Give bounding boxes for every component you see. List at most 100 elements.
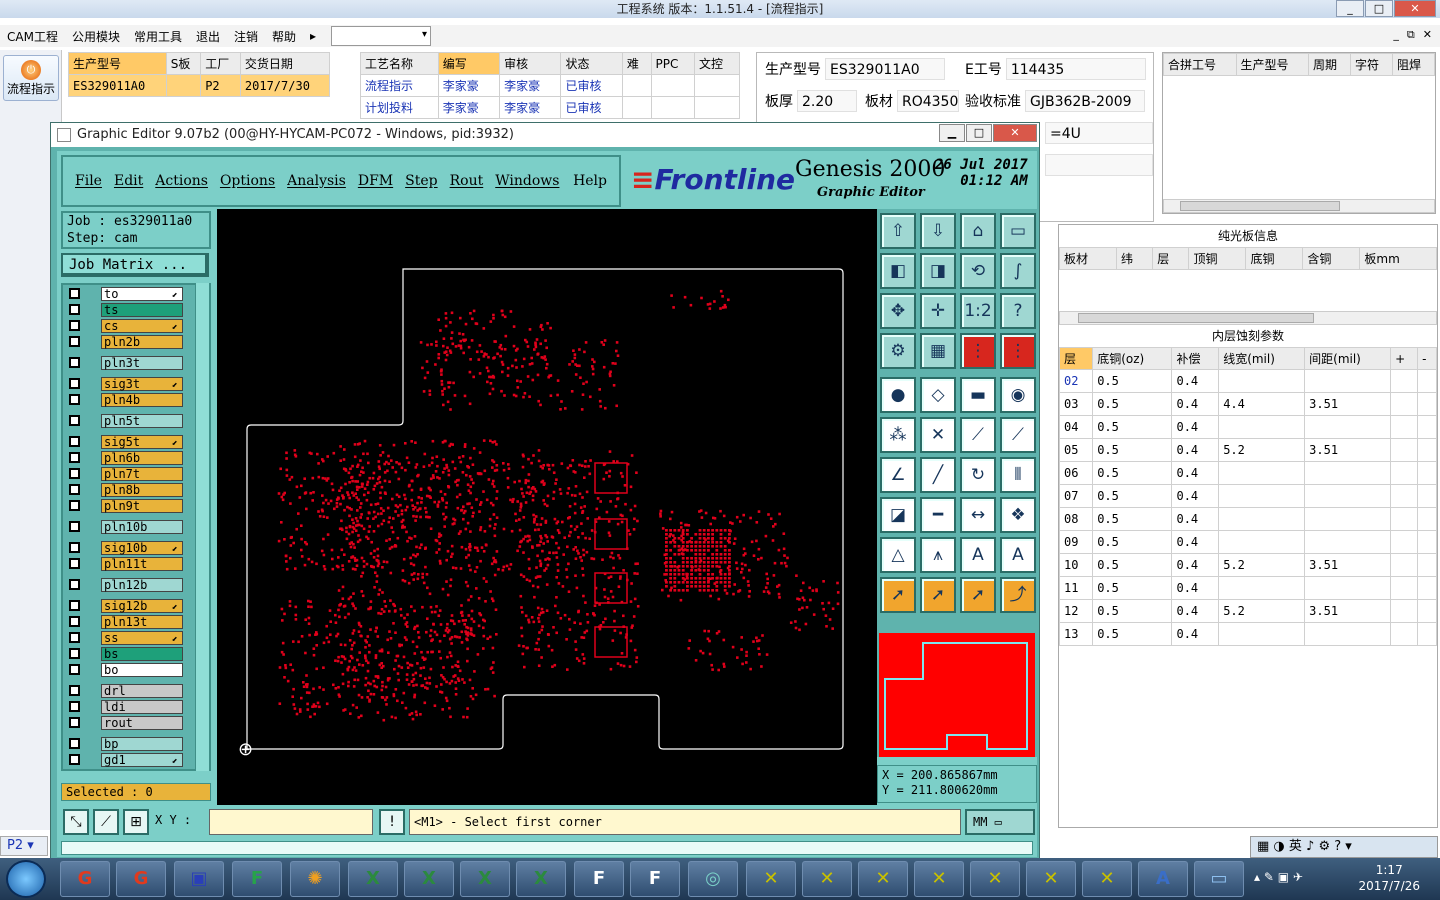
menu-dfm[interactable]: DFM	[358, 173, 393, 189]
zoom-fit-icon[interactable]: ⤡	[63, 809, 89, 835]
taskbar-shell-icon[interactable]: ✺	[290, 861, 340, 897]
tool-button-icon[interactable]: A	[1000, 537, 1036, 573]
layer-row-sig12b[interactable]: sig12b ⬋	[65, 599, 185, 613]
layer-name[interactable]: pln4b	[101, 393, 183, 407]
layer-name[interactable]: sig3t ⬋	[101, 377, 183, 391]
layer-name[interactable]: drl	[101, 684, 183, 698]
layer-checkbox[interactable]	[69, 500, 80, 511]
tool-button-icon[interactable]: ▬	[960, 377, 996, 413]
layer-checkbox[interactable]	[69, 378, 80, 389]
menu-help[interactable]: Help	[573, 173, 607, 189]
col-header[interactable]: 状态	[560, 52, 623, 75]
layer-name[interactable]: to ⬋	[101, 287, 183, 301]
col-header[interactable]: 补偿	[1171, 347, 1220, 370]
layer-checkbox[interactable]	[69, 394, 80, 405]
layer-name[interactable]: pln10b	[101, 520, 183, 534]
table-row[interactable]: 02 0.5 0.4	[1058, 369, 1437, 393]
tool-button-icon[interactable]: ⇩	[920, 213, 956, 249]
col-header[interactable]: 板mm	[1359, 247, 1437, 270]
layer-name[interactable]: pln3t	[101, 356, 183, 370]
layer-checkbox[interactable]	[69, 558, 80, 569]
col-header[interactable]: 层	[1152, 247, 1190, 270]
col-header[interactable]: 合拼工号	[1163, 53, 1237, 76]
tool-button-icon[interactable]: ◇	[920, 377, 956, 413]
layer-checkbox[interactable]	[69, 664, 80, 675]
layer-row-pln6b[interactable]: pln6b	[65, 451, 185, 465]
tool-button-icon[interactable]: ⇧	[880, 213, 916, 249]
layer-name[interactable]: pln12b	[101, 578, 183, 592]
layer-row-cs[interactable]: cs ⬋	[65, 319, 185, 333]
menu-windows[interactable]: Windows	[495, 173, 559, 189]
layer-row-pln5t[interactable]: pln5t	[65, 414, 185, 428]
menu-help[interactable]: 帮助	[265, 28, 303, 45]
tool-button-icon[interactable]: ◪	[880, 497, 916, 533]
xy-input[interactable]	[209, 809, 373, 835]
col-header[interactable]: -	[1417, 347, 1437, 370]
col-header[interactable]: 纬	[1115, 247, 1154, 270]
layer-name[interactable]: sig10b ⬋	[101, 541, 183, 555]
tool-button-icon[interactable]: ?	[1000, 293, 1036, 329]
col-header[interactable]: 板材	[1059, 247, 1117, 270]
col-header[interactable]: 阻焊	[1391, 53, 1436, 76]
tool-button-icon[interactable]: ∠	[880, 457, 916, 493]
col-header[interactable]: 工艺名称	[360, 52, 439, 75]
layer-checkbox[interactable]	[69, 616, 80, 627]
layer-checkbox[interactable]	[69, 701, 80, 712]
layer-name[interactable]: pln2b	[101, 335, 183, 349]
layer-row-pln2b[interactable]: pln2b	[65, 335, 185, 349]
tool-button-icon[interactable]: ▭	[1000, 213, 1036, 249]
language-bar[interactable]: ▦ ◑ 英 ♪ ⚙ ? ▾	[1250, 836, 1438, 858]
layer-row-to[interactable]: to ⬋	[65, 287, 185, 301]
layer-checkbox[interactable]	[69, 738, 80, 749]
layer-row-bp[interactable]: bp	[65, 737, 185, 751]
layer-name[interactable]: pln5t	[101, 414, 183, 428]
col-header[interactable]: 层	[1058, 347, 1094, 370]
layer-checkbox[interactable]	[69, 542, 80, 553]
taskbar-app-genesis2-icon[interactable]: G	[116, 861, 166, 897]
genesis-minimize-button[interactable]: ▁	[939, 124, 965, 142]
layer-name[interactable]: pln11t	[101, 557, 183, 571]
start-button[interactable]	[6, 860, 46, 898]
col-header[interactable]: S板	[165, 52, 202, 75]
col-header[interactable]: 底铜	[1245, 247, 1304, 270]
layer-checkbox[interactable]	[69, 484, 80, 495]
taskbar-excel-icon[interactable]: X	[348, 861, 398, 897]
maximize-button[interactable]: □	[1365, 0, 1393, 17]
mdi-close-button[interactable]: ✕	[1423, 28, 1432, 42]
layer-checkbox[interactable]	[69, 468, 80, 479]
layer-checkbox[interactable]	[69, 357, 80, 368]
tool-button-icon[interactable]: ⤴	[1000, 577, 1036, 613]
layer-checkbox[interactable]	[69, 415, 80, 426]
tool-button-icon[interactable]: ↻	[960, 457, 996, 493]
layer-row-pln12b[interactable]: pln12b	[65, 578, 185, 592]
layer-row-gd1[interactable]: gd1 ⬋	[65, 753, 185, 767]
tool-button-icon[interactable]: ⌂	[960, 213, 996, 249]
genesis-close-button[interactable]: ✕	[993, 124, 1037, 142]
tool-button-icon[interactable]: ✛	[920, 293, 956, 329]
col-header[interactable]: PPC	[650, 52, 695, 75]
layer-row-pln8b[interactable]: pln8b	[65, 483, 185, 497]
layer-checkbox[interactable]	[69, 336, 80, 347]
taskbar-doc-icon[interactable]: A	[1138, 861, 1188, 897]
mdi-restore-button[interactable]: ⧉	[1407, 28, 1415, 42]
tool-button-icon[interactable]: ◉	[1000, 377, 1036, 413]
col-header[interactable]: 交货日期	[239, 52, 331, 75]
tool-button-icon[interactable]: ∫	[1000, 253, 1036, 289]
graphic-canvas[interactable]: ⊕	[217, 209, 877, 805]
eno-field[interactable]: 114435	[1005, 58, 1146, 80]
menu-tools[interactable]: 常用工具	[127, 28, 189, 45]
layer-row-bs[interactable]: bs	[65, 647, 185, 661]
layer-checkbox[interactable]	[69, 632, 80, 643]
taskbar-viewer-icon[interactable]: ◎	[688, 861, 738, 897]
empty-field[interactable]	[1045, 154, 1153, 176]
tool-button-icon[interactable]: ⩚	[920, 537, 956, 573]
tool-button-icon[interactable]: ⟲	[960, 253, 996, 289]
partial-field[interactable]: =4U	[1045, 122, 1153, 144]
table-row[interactable]: 10 0.5 0.4 5.2 3.51	[1058, 553, 1437, 577]
layer-name[interactable]: bs	[101, 647, 183, 661]
layer-row-sig10b[interactable]: sig10b ⬋	[65, 541, 185, 555]
layer-checkbox[interactable]	[69, 754, 80, 765]
alert-icon[interactable]: !	[379, 809, 405, 835]
layer-row-bo[interactable]: bo	[65, 663, 185, 677]
menu-analysis[interactable]: Analysis	[287, 173, 346, 189]
